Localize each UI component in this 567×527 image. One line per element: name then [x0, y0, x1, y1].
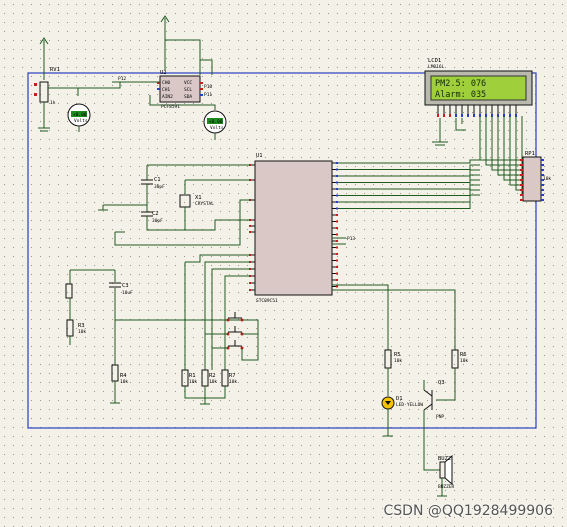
svg-text:SDA: SDA — [184, 94, 192, 100]
x1-ref: X1 — [195, 195, 202, 201]
oscillator-circuit: C1 30pF C2 30pF X1 CRYSTAL — [98, 164, 250, 231]
rv1-potentiometer[interactable]: RV1 1k — [34, 37, 60, 132]
c2-ref: C2 — [152, 211, 159, 217]
svg-text:VCC: VCC — [184, 80, 192, 86]
r1-value: 10k — [189, 379, 197, 385]
r1-ref: R1 — [189, 373, 196, 379]
u2-part: PCF8591 — [161, 104, 180, 110]
r7-ref: R7 — [229, 373, 236, 379]
rv1-ref: RV1 — [50, 67, 60, 73]
u2-ref: U2 — [160, 70, 167, 76]
rp1-value: 10k — [543, 176, 551, 182]
u1-ref: U1 — [256, 153, 263, 159]
vm1-label: Volts — [74, 118, 88, 124]
rv1-value: 1k — [50, 100, 56, 106]
rp1-ref: RP1 — [525, 151, 535, 157]
d1-part: LED-YELLOW — [396, 402, 423, 408]
r6-value: 10k — [460, 358, 468, 364]
u1-part: STC89C51 — [256, 298, 278, 304]
buzzer-part: BUZZER — [438, 484, 455, 490]
r3-value: 10k — [78, 329, 86, 335]
c1-ref: C1 — [154, 177, 161, 183]
lcd-part: LM016L — [428, 64, 445, 70]
lcd-line-2: Alarm: 035 — [435, 90, 486, 100]
svg-text:P11: P11 — [204, 92, 212, 98]
u1-microcontroller[interactable]: U1 STC89C51 — [249, 153, 338, 304]
r6-ref: R6 — [460, 352, 467, 358]
c3-value: 10uF — [122, 290, 133, 296]
r2-ref: R2 — [209, 373, 216, 379]
q3-ref: Q3 — [438, 380, 445, 386]
svg-text:P13: P13 — [347, 236, 355, 242]
rp1-resistor-pack[interactable]: RP1 10k — [520, 151, 551, 202]
voltmeter-2: +0.00 Volts — [203, 110, 227, 140]
u2-adc-chip[interactable]: U2 PCF8591 CH0 CH1 AIN2 VCC SCL SDA P10 … — [157, 15, 213, 110]
schematic-canvas: RV1 1k +0.00 Volts +0.00 Volts U2 PCF859… — [27, 15, 551, 497]
r2-value: 10k — [209, 379, 217, 385]
d1-ref: D1 — [396, 396, 403, 402]
r5-value: 10k — [394, 358, 402, 364]
push-button-2[interactable] — [226, 326, 244, 336]
led-driver: R5 10k D1 LED-YELLOW — [332, 284, 423, 437]
svg-text:P10: P10 — [204, 84, 212, 90]
buzzer-driver: R6 10k Q3 PNP BUZ2 BUZZER — [332, 289, 468, 497]
svg-text:AIN2: AIN2 — [162, 94, 173, 100]
c2-value: 30pF — [152, 218, 163, 224]
c3-ref: C3 — [122, 283, 129, 289]
lcd-line-1: PM2.5: 076 — [435, 79, 486, 89]
watermark: CSDN @QQ1928499906 — [383, 503, 553, 519]
p0-bus — [338, 159, 480, 209]
svg-text:CH0: CH0 — [162, 80, 170, 86]
vm2-label: Volts — [210, 125, 224, 131]
c1-value: 30pF — [154, 184, 165, 190]
led-yellow[interactable] — [381, 396, 395, 410]
buzzer-ref: BUZ2 — [438, 456, 451, 462]
svg-text:CH1: CH1 — [162, 87, 170, 93]
r4-value: 10k — [120, 379, 128, 385]
voltmeter-1: +0.00 Volts — [67, 103, 91, 132]
push-button-3[interactable] — [226, 340, 244, 350]
svg-text:SCL: SCL — [184, 87, 192, 93]
q3-part: PNP — [436, 414, 444, 420]
r3-ref: R3 — [78, 323, 85, 329]
r7-value: 10k — [229, 379, 237, 385]
svg-text:P12: P12 — [118, 76, 126, 82]
lcd-data-bus — [479, 116, 523, 196]
x1-value: CRYSTAL — [195, 201, 214, 207]
r4-ref: R4 — [120, 373, 127, 379]
vm1-value: +0.00 — [73, 112, 87, 118]
lcd-display[interactable]: LCD1 LM016L PM2.5: 076 Alarm: 035 — [424, 58, 533, 117]
button-array: R1 10k R2 10k R7 10k — [181, 254, 259, 405]
lcd-ref: LCD1 — [428, 58, 441, 64]
vm2-value: +0.00 — [209, 119, 223, 125]
r5-ref: R5 — [394, 352, 401, 358]
